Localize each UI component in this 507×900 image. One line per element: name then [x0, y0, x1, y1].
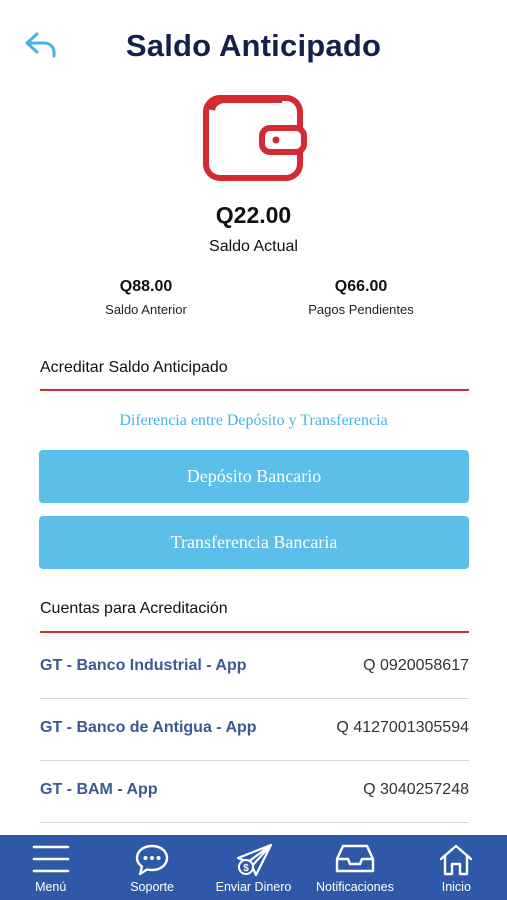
chat-bubble-icon	[135, 844, 169, 876]
inbox-tray-icon	[335, 844, 375, 873]
tab-label: Menú	[35, 880, 67, 894]
tab-label: Soporte	[130, 880, 174, 894]
wallet-icon	[200, 92, 308, 184]
account-row[interactable]: GT - Banco de Antigua - App Q 4127001305…	[40, 699, 469, 761]
page-title: Saldo Anticipado	[125, 28, 382, 63]
section-divider	[40, 631, 469, 633]
current-balance-amount: Q22.00	[215, 202, 292, 228]
pending-payments: Q66.00 Pagos Pendientes	[261, 278, 461, 317]
bank-deposit-button[interactable]: Depósito Bancario	[39, 450, 469, 503]
bottom-tab-bar: Menú Soporte $ Enviar Dinero Notificacio…	[0, 835, 507, 900]
account-number: Q 0920058617	[363, 657, 469, 674]
previous-balance-label: Saldo Anterior	[105, 302, 187, 317]
difference-info-link[interactable]: Diferencia entre Depósito y Transferenci…	[0, 412, 507, 430]
current-balance-label: Saldo Actual	[209, 238, 298, 255]
tab-support[interactable]: Soporte	[101, 835, 202, 900]
section-divider	[40, 389, 469, 391]
tab-home[interactable]: Inicio	[406, 835, 507, 900]
account-number: Q 3040257248	[363, 781, 469, 798]
account-name: GT - BAM - App	[40, 781, 158, 798]
bank-transfer-button[interactable]: Transferencia Bancaria	[39, 516, 469, 569]
accounts-section-title: Cuentas para Acreditación	[40, 600, 228, 617]
tab-label: Enviar Dinero	[215, 880, 292, 894]
account-number: Q 4127001305594	[336, 719, 469, 736]
previous-balance-amount: Q88.00	[119, 278, 173, 295]
tab-label: Inicio	[441, 880, 471, 894]
account-name: GT - Banco de Antigua - App	[40, 719, 257, 736]
credit-section-title: Acreditar Saldo Anticipado	[40, 359, 228, 376]
tab-menu[interactable]: Menú	[0, 835, 101, 900]
tab-label: Notificaciones	[316, 880, 394, 894]
account-row[interactable]: GT - Banco Industrial - App Q 0920058617	[40, 637, 469, 699]
previous-balance: Q88.00 Saldo Anterior	[46, 278, 246, 317]
tab-notifications[interactable]: Notificaciones	[304, 835, 405, 900]
tab-send-money[interactable]: $ Enviar Dinero	[203, 835, 304, 900]
home-icon	[440, 844, 473, 876]
header: Saldo Anticipado	[0, 0, 507, 92]
account-row[interactable]: GT - BAM - App Q 3040257248	[40, 761, 469, 823]
svg-text:$: $	[243, 863, 249, 874]
paper-plane-money-icon: $	[236, 843, 272, 877]
account-name: GT - Banco Industrial - App	[40, 657, 247, 674]
pending-payments-amount: Q66.00	[334, 278, 388, 295]
hamburger-menu-icon	[32, 845, 70, 873]
pending-payments-label: Pagos Pendientes	[308, 302, 414, 317]
